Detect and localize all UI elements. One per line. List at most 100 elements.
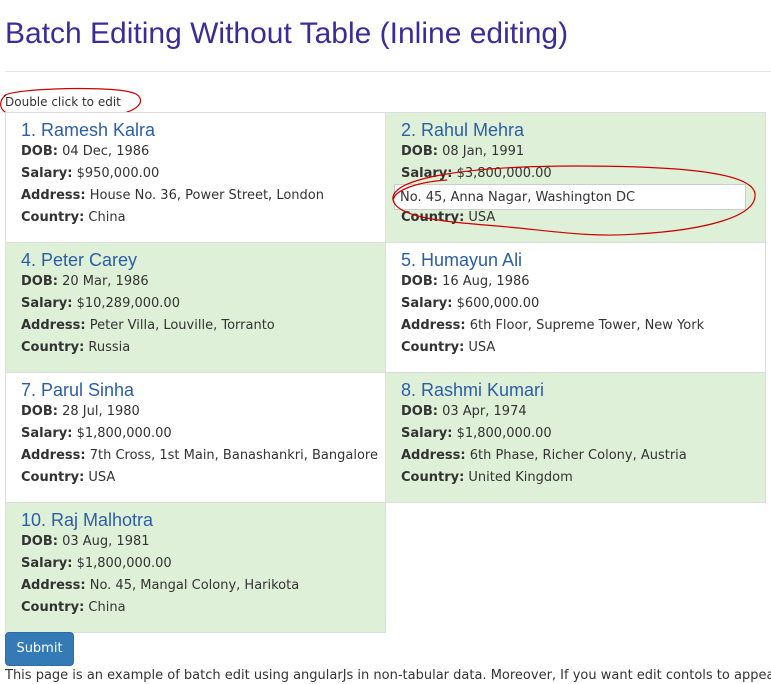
- page-title: Batch Editing Without Table (Inline edit…: [5, 17, 569, 50]
- country-value: USA: [468, 210, 496, 225]
- salary-field[interactable]: Salary: $600,000.00: [401, 293, 765, 315]
- address-field[interactable]: Address: 6th Floor, Supreme Tower, New Y…: [401, 315, 765, 337]
- country-value: China: [88, 600, 126, 615]
- dob-label: DOB:: [401, 404, 438, 419]
- address-value: Peter Villa, Louville, Torranto: [89, 318, 275, 333]
- dob-value: 20 Mar, 1986: [62, 274, 149, 289]
- submit-button[interactable]: Submit: [5, 632, 74, 666]
- dob-label: DOB:: [21, 534, 58, 549]
- employee-name: 1. Ramesh Kalra: [21, 120, 156, 140]
- dob-field[interactable]: DOB: 20 Mar, 1986: [21, 271, 385, 293]
- dob-field[interactable]: DOB: 28 Jul, 1980: [21, 401, 385, 423]
- address-field[interactable]: Address: 7th Cross, 1st Main, Banashankr…: [21, 445, 385, 467]
- dob-value: 03 Apr, 1974: [442, 404, 527, 419]
- employee-name: 8. Rashmi Kumari: [401, 380, 545, 400]
- country-field[interactable]: Country: USA: [401, 337, 765, 359]
- country-field[interactable]: Country: China: [21, 597, 385, 619]
- employee-cards: 1. Ramesh Kalra DOB: 04 Dec, 1986 Salary: …: [5, 112, 771, 633]
- employee-card[interactable]: 10. Raj Malhotra DOB: 03 Aug, 1981 Salary:…: [5, 502, 386, 633]
- employee-card[interactable]: 2. Rahul Mehra DOB: 08 Jan, 1991 Salary: $…: [385, 112, 766, 243]
- country-field[interactable]: Country: USA: [401, 207, 765, 229]
- salary-value: $10,289,000.00: [76, 296, 180, 311]
- salary-field[interactable]: Salary: $10,289,000.00: [21, 293, 385, 315]
- address-value: 6th Floor, Supreme Tower, New York: [469, 318, 705, 333]
- salary-field[interactable]: Salary: $1,800,000.00: [21, 423, 385, 445]
- address-value: No. 45, Mangal Colony, Harikota: [89, 578, 300, 593]
- country-field[interactable]: Country: China: [21, 207, 385, 229]
- salary-field[interactable]: Salary: $1,800,000.00: [21, 553, 385, 575]
- salary-label: Salary:: [21, 426, 73, 441]
- dob-field[interactable]: DOB: 16 Aug, 1986: [401, 271, 765, 293]
- address-label: Address:: [401, 318, 466, 333]
- address-field[interactable]: Address: Peter Villa, Louville, Torranto: [21, 315, 385, 337]
- dob-field[interactable]: DOB: 03 Aug, 1981: [21, 531, 385, 553]
- country-value: China: [88, 210, 126, 225]
- salary-field[interactable]: Salary: $1,800,000.00: [401, 423, 765, 445]
- address-field[interactable]: Address: 6th Phase, Richer Colony, Austr…: [401, 445, 765, 467]
- employee-card[interactable]: 4. Peter Carey DOB: 20 Mar, 1986 Salary: $…: [5, 242, 386, 373]
- salary-label: Salary:: [401, 426, 453, 441]
- employee-name: 2. Rahul Mehra: [401, 120, 525, 140]
- employee-name: 7. Parul Sinha: [21, 380, 135, 400]
- address-label: Address:: [21, 448, 86, 463]
- salary-label: Salary:: [21, 556, 73, 571]
- address-value: House No. 36, Power Street, London: [89, 188, 324, 203]
- country-value: USA: [468, 340, 496, 355]
- employee-name: 10. Raj Malhotra: [21, 510, 154, 530]
- title-divider: [5, 71, 771, 72]
- dob-value: 28 Jul, 1980: [62, 404, 140, 419]
- country-value: USA: [88, 470, 116, 485]
- dob-value: 03 Aug, 1981: [62, 534, 150, 549]
- address-field[interactable]: Address: House No. 36, Power Street, Lon…: [21, 185, 385, 207]
- salary-value: $950,000.00: [76, 166, 160, 181]
- dob-label: DOB:: [21, 404, 58, 419]
- dob-field[interactable]: DOB: 08 Jan, 1991: [401, 141, 765, 163]
- employee-card[interactable]: 5. Humayun Ali DOB: 16 Aug, 1986 Salary: $…: [385, 242, 766, 373]
- country-label: Country:: [21, 210, 85, 225]
- country-label: Country:: [21, 340, 85, 355]
- employee-name: 5. Humayun Ali: [401, 250, 523, 270]
- country-field[interactable]: Country: USA: [21, 467, 385, 489]
- address-edit-input[interactable]: [394, 184, 746, 210]
- address-field[interactable]: Address: No. 45, Mangal Colony, Harikota: [21, 575, 385, 597]
- salary-value: $1,800,000.00: [76, 556, 172, 571]
- dob-label: DOB:: [21, 144, 58, 159]
- salary-label: Salary:: [21, 166, 73, 181]
- employee-card[interactable]: 7. Parul Sinha DOB: 28 Jul, 1980 Salary: $…: [5, 372, 386, 503]
- salary-value: $1,800,000.00: [456, 426, 552, 441]
- address-label: Address:: [401, 448, 466, 463]
- country-value: Russia: [88, 340, 131, 355]
- salary-value: $600,000.00: [456, 296, 540, 311]
- employee-name: 4. Peter Carey: [21, 250, 138, 270]
- salary-field[interactable]: Salary: $3,800,000.00: [401, 163, 765, 185]
- country-value: United Kingdom: [468, 470, 573, 485]
- footer-note: This page is an example of batch edit us…: [5, 668, 771, 683]
- address-value: 7th Cross, 1st Main, Banashankri, Bangal…: [89, 448, 378, 463]
- employee-card[interactable]: 1. Ramesh Kalra DOB: 04 Dec, 1986 Salary: …: [5, 112, 386, 243]
- dob-field[interactable]: DOB: 04 Dec, 1986: [21, 141, 385, 163]
- dob-label: DOB:: [401, 144, 438, 159]
- country-label: Country:: [21, 470, 85, 485]
- country-label: Country:: [401, 210, 465, 225]
- salary-value: $1,800,000.00: [76, 426, 172, 441]
- salary-field[interactable]: Salary: $950,000.00: [21, 163, 385, 185]
- dob-label: DOB:: [401, 274, 438, 289]
- dob-label: DOB:: [21, 274, 58, 289]
- salary-label: Salary:: [401, 166, 453, 181]
- dob-value: 16 Aug, 1986: [442, 274, 530, 289]
- salary-label: Salary:: [21, 296, 73, 311]
- address-value: 6th Phase, Richer Colony, Austria: [469, 448, 687, 463]
- dob-field[interactable]: DOB: 03 Apr, 1974: [401, 401, 765, 423]
- country-label: Country:: [401, 470, 465, 485]
- dob-value: 08 Jan, 1991: [442, 144, 525, 159]
- country-field[interactable]: Country: United Kingdom: [401, 467, 765, 489]
- address-label: Address:: [21, 318, 86, 333]
- employee-card[interactable]: 8. Rashmi Kumari DOB: 03 Apr, 1974 Salary:…: [385, 372, 766, 503]
- country-label: Country:: [21, 600, 85, 615]
- address-label: Address:: [21, 188, 86, 203]
- address-label: Address:: [21, 578, 86, 593]
- country-field[interactable]: Country: Russia: [21, 337, 385, 359]
- salary-label: Salary:: [401, 296, 453, 311]
- salary-value: $3,800,000.00: [456, 166, 552, 181]
- dob-value: 04 Dec, 1986: [62, 144, 150, 159]
